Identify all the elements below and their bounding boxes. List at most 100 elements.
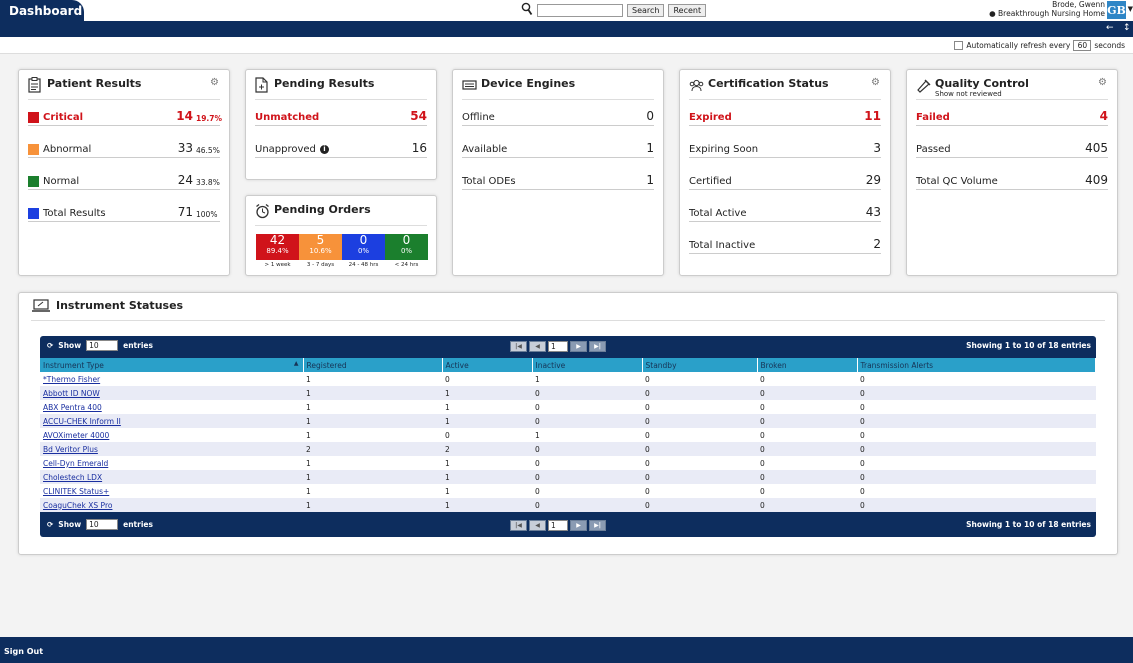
table-row[interactable]: Cholestech LDX 1 1 0 0 0 0 — [40, 470, 1096, 484]
list-item[interactable]: Available 1 — [462, 141, 654, 158]
list-item[interactable]: Expired 11 — [689, 109, 881, 126]
instrument-name-cell[interactable]: Cholestech LDX — [40, 470, 303, 484]
gear-icon[interactable]: ⚙ — [871, 77, 880, 88]
order-block-days[interactable]: 5 10.6% — [299, 234, 342, 260]
sign-out-link[interactable]: Sign Out — [4, 647, 43, 656]
col-transmission-alerts[interactable]: Transmission Alerts — [857, 358, 1096, 372]
instrument-name-cell[interactable]: Cell-Dyn Emerald — [40, 456, 303, 470]
instrument-link[interactable]: CoaguChek XS Pro — [43, 501, 112, 510]
page-number-input[interactable]: 1 — [548, 341, 568, 352]
list-item[interactable]: Total Active 43 — [689, 205, 881, 222]
table-row[interactable]: *Thermo Fisher 1 0 1 0 0 0 — [40, 372, 1096, 386]
list-item[interactable]: Total Results 71 100% — [28, 205, 220, 222]
instrument-link[interactable]: CLINITEK Status+ — [43, 487, 109, 496]
gear-icon[interactable]: ⚙ — [1098, 77, 1107, 88]
list-item[interactable]: Certified 29 — [689, 173, 881, 190]
table-row[interactable]: Bd Veritor Plus 2 2 0 0 0 0 — [40, 442, 1096, 456]
instrument-name-cell[interactable]: ABX Pentra 400 — [40, 400, 303, 414]
list-item[interactable]: Total ODEs 1 — [462, 173, 654, 190]
list-item[interactable]: Total Inactive 2 — [689, 237, 881, 254]
search-input[interactable] — [537, 3, 623, 17]
page-number-input[interactable]: 1 — [548, 520, 568, 531]
table-row[interactable]: CoaguChek XS Pro 1 1 0 0 0 0 — [40, 498, 1096, 512]
dashboard-tab[interactable]: Dashboard — [0, 0, 84, 21]
showing-info: Showing 1 to 10 of 18 entries — [966, 341, 1091, 350]
refresh-icon[interactable]: ⟳ — [47, 341, 53, 350]
sort-asc-icon[interactable]: ▲ — [294, 360, 299, 367]
refresh-icon[interactable]: ⟳ — [47, 520, 53, 529]
first-page-icon[interactable]: |◀ — [510, 520, 527, 531]
instrument-link[interactable]: Bd Veritor Plus — [43, 445, 98, 454]
info-icon[interactable]: i — [319, 145, 329, 154]
resize-icon[interactable]: ↕ — [1123, 23, 1131, 33]
count-cell: 1 — [442, 470, 532, 484]
col-inactive[interactable]: Inactive — [532, 358, 643, 372]
caret-down-icon[interactable]: ▼ — [1128, 5, 1133, 13]
table-row[interactable]: Cell-Dyn Emerald 1 1 0 0 0 0 — [40, 456, 1096, 470]
back-arrow-icon[interactable]: ← — [1106, 23, 1114, 33]
next-page-icon[interactable]: ▶ — [570, 341, 587, 352]
gear-icon[interactable]: ⚙ — [210, 77, 219, 88]
table-row[interactable]: ABX Pentra 400 1 1 0 0 0 0 — [40, 400, 1096, 414]
last-page-icon[interactable]: ▶| — [589, 520, 606, 531]
refresh-seconds-input[interactable]: 60 — [1073, 40, 1092, 51]
instrument-link[interactable]: *Thermo Fisher — [43, 375, 100, 384]
instrument-name-cell[interactable]: Bd Veritor Plus — [40, 442, 303, 456]
list-item[interactable]: Failed 4 — [916, 109, 1108, 126]
recent-button[interactable]: Recent — [668, 3, 707, 17]
col-standby[interactable]: Standby — [642, 358, 758, 372]
instrument-name-cell[interactable]: Abbott ID NOW — [40, 386, 303, 400]
col-active[interactable]: Active — [442, 358, 533, 372]
order-block-48hrs[interactable]: 0 0% — [342, 234, 385, 260]
col-instrument-type[interactable]: Instrument Type ▲ — [40, 358, 304, 372]
row-label: Passed — [916, 144, 951, 155]
entries-select[interactable]: 10 — [86, 340, 119, 351]
instrument-name-cell[interactable]: AVOXimeter 4000 — [40, 428, 303, 442]
table-row[interactable]: CLINITEK Status+ 1 1 0 0 0 0 — [40, 484, 1096, 498]
last-page-icon[interactable]: ▶| — [589, 341, 606, 352]
prev-page-icon[interactable]: ◀ — [529, 341, 546, 352]
row-label: Expired — [689, 112, 732, 123]
count-cell: 0 — [757, 470, 857, 484]
instrument-link[interactable]: ABX Pentra 400 — [43, 403, 102, 412]
first-page-icon[interactable]: |◀ — [510, 341, 527, 352]
table-row[interactable]: Abbott ID NOW 1 1 0 0 0 0 — [40, 386, 1096, 400]
entries-select[interactable]: 10 — [86, 519, 119, 530]
order-block-24hrs[interactable]: 0 0% — [385, 234, 428, 260]
count-cell: 0 — [857, 386, 1096, 400]
instrument-link[interactable]: Cell-Dyn Emerald — [43, 459, 108, 468]
instrument-link[interactable]: AVOXimeter 4000 — [43, 431, 109, 440]
instrument-link[interactable]: Cholestech LDX — [43, 473, 102, 482]
instrument-name-cell[interactable]: ACCU-CHEK Inform II — [40, 414, 303, 428]
instrument-link[interactable]: Abbott ID NOW — [43, 389, 100, 398]
list-item[interactable]: Expiring Soon 3 — [689, 141, 881, 158]
row-value: 409 — [1085, 173, 1108, 187]
show-not-reviewed-link[interactable]: Show not reviewed — [935, 90, 1029, 98]
list-item[interactable]: Passed 405 — [916, 141, 1108, 158]
list-item[interactable]: Unapproved i 16 — [255, 141, 427, 158]
list-item[interactable]: Total QC Volume 409 — [916, 173, 1108, 190]
list-item[interactable]: Abnormal 33 46.5% — [28, 141, 220, 158]
list-item[interactable]: Normal 24 33.8% — [28, 173, 220, 190]
prev-page-icon[interactable]: ◀ — [529, 520, 546, 531]
col-registered[interactable]: Registered — [303, 358, 443, 372]
instrument-name-cell[interactable]: CLINITEK Status+ — [40, 484, 303, 498]
search-button[interactable]: Search — [627, 3, 665, 17]
list-item[interactable]: Critical 14 19.7% — [28, 109, 222, 126]
instrument-name-cell[interactable]: CoaguChek XS Pro — [40, 498, 303, 512]
list-item[interactable]: Offline 0 — [462, 109, 654, 126]
pending-results-card: Pending Results Unmatched 54 Unapproved i… — [245, 69, 437, 180]
col-broken[interactable]: Broken — [757, 358, 858, 372]
instrument-link[interactable]: ACCU-CHEK Inform II — [43, 417, 121, 426]
orders-labels: > 1 week 3 - 7 days 24 - 48 hrs < 24 hrs — [256, 262, 428, 268]
table-row[interactable]: ACCU-CHEK Inform II 1 1 0 0 0 0 — [40, 414, 1096, 428]
row-label: Available — [462, 144, 508, 155]
order-block-week[interactable]: 42 89.4% — [256, 234, 299, 260]
user-info[interactable]: Brode, Gwenn ● Breakthrough Nursing Home — [989, 0, 1105, 18]
table-row[interactable]: AVOXimeter 4000 1 0 1 0 0 0 — [40, 428, 1096, 442]
avatar[interactable]: GB — [1107, 1, 1126, 19]
instrument-name-cell[interactable]: *Thermo Fisher — [40, 372, 303, 386]
list-item[interactable]: Unmatched 54 — [255, 109, 427, 126]
auto-refresh-checkbox[interactable] — [954, 41, 964, 50]
next-page-icon[interactable]: ▶ — [570, 520, 587, 531]
